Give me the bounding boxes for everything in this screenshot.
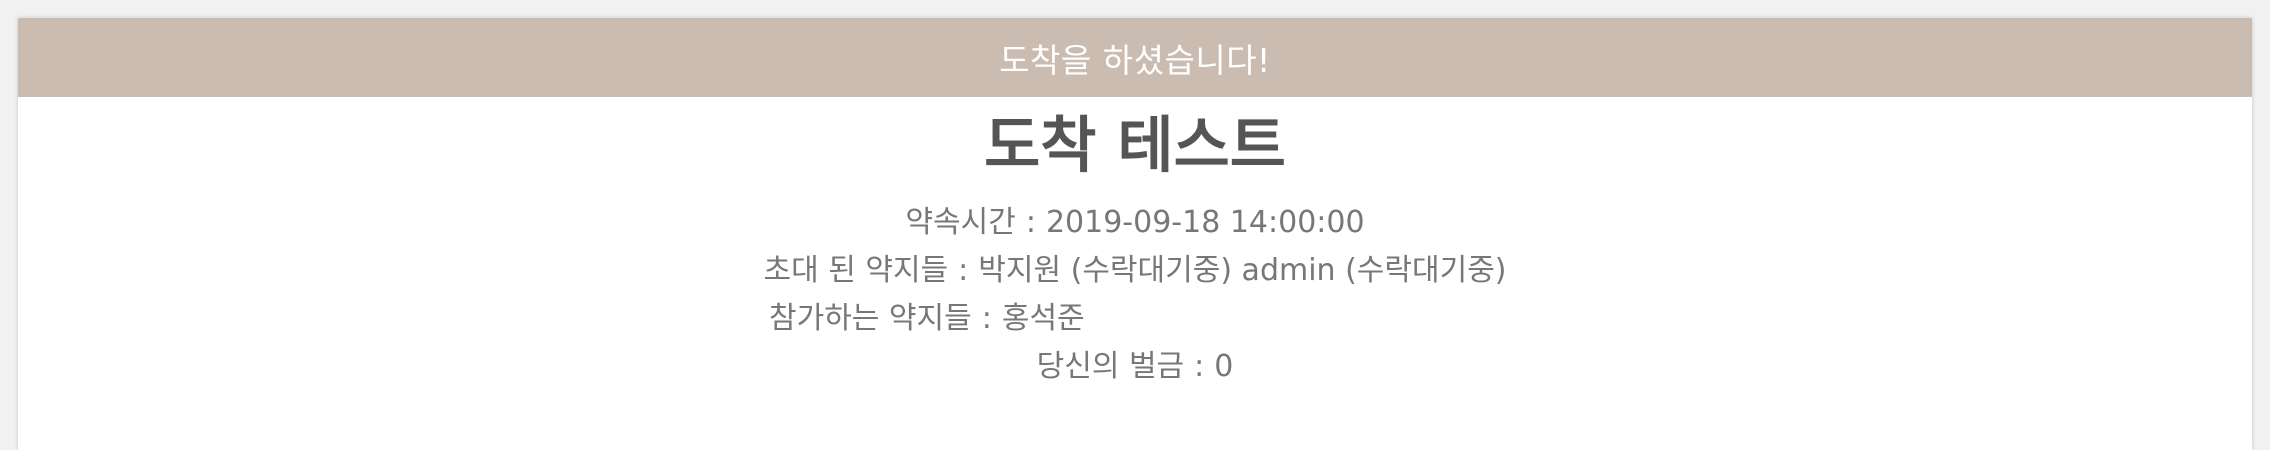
appointment-time-row: 약속시간 : 2019-09-18 14:00:00 (18, 199, 2252, 247)
separator: : (958, 253, 969, 289)
invited-row: 초대 된 약지들 : 박지원 (수락대기중) admin (수락대기중) (18, 247, 2252, 295)
appointment-info: 약속시간 : 2019-09-18 14:00:00 초대 된 약지들 : 박지… (18, 199, 2252, 391)
appointment-time-label: 약속시간 (905, 205, 1016, 241)
separator: : (981, 301, 992, 337)
participating-value: 홍석준 (1001, 301, 1085, 337)
separator: : (1025, 205, 1036, 241)
fine-value: 0 (1214, 349, 1234, 385)
page-title: 도착 테스트 (984, 110, 1286, 181)
appointment-time-value: 2019-09-18 14:00:00 (1045, 205, 1365, 241)
invited-label: 초대 된 약지들 (763, 253, 949, 289)
participating-row: 참가하는 약지들 : 홍석준 (18, 295, 2252, 343)
participating-label: 참가하는 약지들 (769, 301, 972, 337)
content-card: 도착을 하셨습니다! 도착 테스트 약속시간 : 2019-09-18 14:0… (18, 18, 2252, 450)
arrival-message: 도착을 하셨습니다! (999, 40, 1271, 80)
invited-value: 박지원 (수락대기중) admin (수락대기중) (978, 253, 1507, 289)
fine-row: 당신의 벌금 : 0 (18, 343, 2252, 391)
separator: : (1194, 349, 1205, 385)
arrival-banner: 도착을 하셨습니다! (18, 18, 2252, 97)
fine-label: 당신의 벌금 (1036, 349, 1185, 385)
